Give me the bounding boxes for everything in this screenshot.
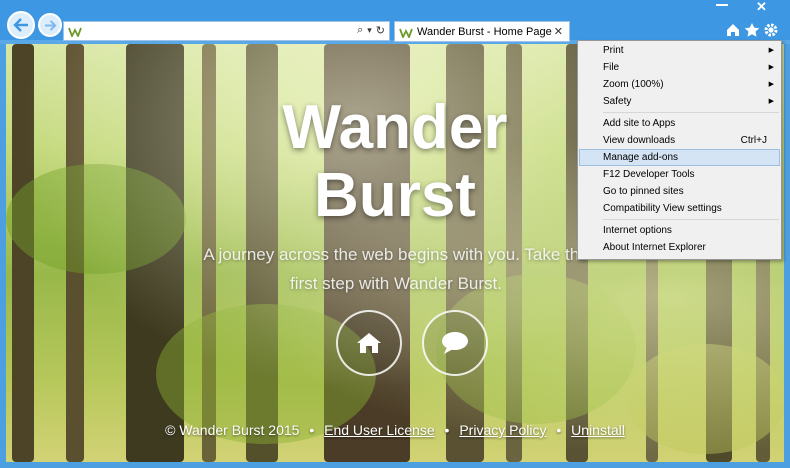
- hero-subtitle-line2: first step with Wander Burst.: [290, 274, 502, 293]
- footer-separator: •: [444, 422, 450, 438]
- uninstall-link[interactable]: Uninstall: [571, 422, 625, 438]
- tab-wander-burst[interactable]: Wander Burst - Home Page ✕: [394, 21, 570, 42]
- menu-item-pinned-sites[interactable]: Go to pinned sites: [578, 183, 781, 200]
- submenu-arrow-icon: ▶: [768, 47, 774, 54]
- menu-item-label: Add site to Apps: [603, 118, 676, 129]
- home-icon: [357, 333, 381, 353]
- menu-item-label: Compatibility View settings: [603, 203, 722, 214]
- submenu-arrow-icon: ▶: [768, 98, 774, 105]
- menu-item-label: Internet options: [603, 225, 672, 236]
- chat-button[interactable]: [422, 310, 488, 376]
- copyright-text: © Wander Burst 2015: [165, 422, 300, 438]
- tab-favicon-icon: [399, 28, 413, 38]
- menu-item-safety[interactable]: Safety ▶: [578, 93, 781, 110]
- back-arrow-icon: [13, 18, 28, 32]
- minimize-icon[interactable]: [716, 4, 728, 6]
- close-tab-icon[interactable]: ✕: [554, 25, 563, 38]
- menu-item-label: Go to pinned sites: [603, 186, 684, 197]
- back-button[interactable]: [7, 11, 35, 39]
- menu-item-about-ie[interactable]: About Internet Explorer: [578, 239, 781, 256]
- menu-item-view-downloads[interactable]: View downloads Ctrl+J: [578, 132, 781, 149]
- hero-subtitle-line1: A journey across the web begins with you…: [203, 245, 589, 264]
- page-footer: © Wander Burst 2015 • End User License •…: [6, 422, 784, 438]
- footer-separator: •: [556, 422, 562, 438]
- eula-link[interactable]: End User License: [324, 422, 435, 438]
- site-favicon-icon: [68, 27, 82, 37]
- menu-item-label: F12 Developer Tools: [603, 169, 695, 180]
- chevron-down-icon[interactable]: ▾: [367, 25, 372, 36]
- menu-item-label: View downloads: [603, 135, 676, 146]
- menu-item-label: Zoom (100%): [603, 79, 664, 90]
- home-icon[interactable]: [725, 22, 741, 38]
- menu-item-zoom[interactable]: Zoom (100%) ▶: [578, 76, 781, 93]
- menu-item-print[interactable]: Print ▶: [578, 42, 781, 59]
- menu-item-add-site[interactable]: Add site to Apps: [578, 115, 781, 132]
- submenu-arrow-icon: ▶: [768, 64, 774, 71]
- menu-item-manage-addons[interactable]: Manage add-ons: [579, 149, 780, 166]
- hero-subtitle: A journey across the web begins with you…: [166, 240, 626, 298]
- speech-bubble-icon: [442, 332, 468, 354]
- home-button[interactable]: [336, 310, 402, 376]
- menu-item-label: File: [603, 62, 620, 73]
- address-bar[interactable]: ⌕ ▾ ↻: [63, 21, 390, 41]
- forward-arrow-icon: [44, 19, 57, 31]
- favorites-star-icon[interactable]: [744, 22, 760, 38]
- tab-title: Wander Burst - Home Page: [417, 26, 552, 38]
- window-close-icon[interactable]: ✕: [756, 0, 767, 15]
- tools-menu: Print ▶ File ▶ Zoom (100%) ▶ Safety ▶ Ad…: [577, 40, 782, 260]
- menu-divider: [603, 219, 779, 220]
- search-icon[interactable]: ⌕: [357, 24, 363, 37]
- menu-item-label: Safety: [603, 96, 632, 107]
- refresh-icon[interactable]: ↻: [376, 24, 385, 37]
- gear-icon[interactable]: [763, 22, 779, 38]
- menu-item-label: Print: [603, 45, 624, 56]
- menu-item-internet-options[interactable]: Internet options: [578, 222, 781, 239]
- menu-shortcut: Ctrl+J: [740, 135, 767, 146]
- menu-divider: [603, 112, 779, 113]
- menu-item-compat-view[interactable]: Compatibility View settings: [578, 200, 781, 217]
- menu-item-f12-tools[interactable]: F12 Developer Tools: [578, 166, 781, 183]
- footer-separator: •: [309, 422, 315, 438]
- privacy-policy-link[interactable]: Privacy Policy: [459, 422, 546, 438]
- menu-item-label: Manage add-ons: [603, 152, 679, 163]
- forward-button[interactable]: [38, 13, 62, 37]
- menu-item-file[interactable]: File ▶: [578, 59, 781, 76]
- menu-item-label: About Internet Explorer: [603, 242, 706, 253]
- submenu-arrow-icon: ▶: [768, 81, 774, 88]
